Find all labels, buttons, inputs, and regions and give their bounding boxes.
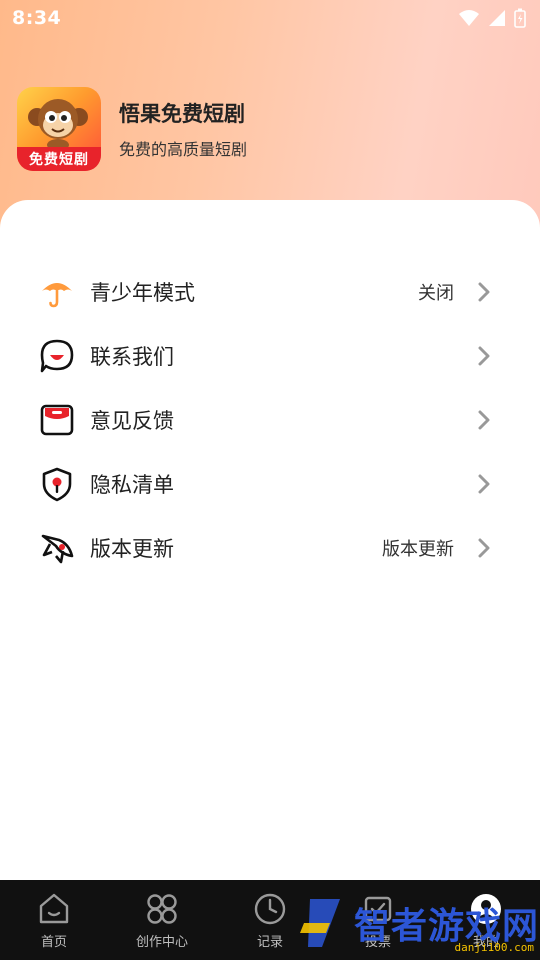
menu-item-contact-us[interactable]: 联系我们 xyxy=(0,324,540,388)
chevron-right-icon xyxy=(478,346,490,366)
rocket-icon xyxy=(38,529,76,567)
app-info: 免费短剧 悟果免费短剧 免费的高质量短剧 xyxy=(17,87,247,171)
status-icons xyxy=(458,8,526,28)
menu-label: 隐私清单 xyxy=(90,473,174,497)
grid-icon xyxy=(144,891,180,927)
app-text: 悟果免费短剧 免费的高质量短剧 xyxy=(119,98,247,160)
menu-label: 版本更新 xyxy=(90,537,174,561)
menu-item-privacy-list[interactable]: 隐私清单 xyxy=(0,452,540,516)
chat-bubble-icon xyxy=(38,337,76,375)
wifi-icon xyxy=(459,10,479,26)
privacy-shield-icon xyxy=(38,465,76,503)
chevron-right-icon xyxy=(478,410,490,430)
watermark-logo-icon xyxy=(300,899,340,947)
clock-icon xyxy=(252,891,288,927)
home-icon xyxy=(36,891,72,927)
feedback-box-icon xyxy=(38,401,76,439)
menu-label: 联系我们 xyxy=(90,345,174,369)
menu-value: 关闭 xyxy=(418,283,454,304)
chevron-right-icon xyxy=(478,538,490,558)
app-name: 悟果免费短剧 xyxy=(119,102,245,126)
menu-label: 意见反馈 xyxy=(90,409,174,433)
nav-label: 首页 xyxy=(40,934,67,950)
menu-item-version-update[interactable]: 版本更新 版本更新 xyxy=(0,516,540,580)
menu-label: 青少年模式 xyxy=(90,281,195,305)
battery-icon xyxy=(514,8,526,28)
nav-label: 创作中心 xyxy=(135,934,188,950)
chevron-right-icon xyxy=(478,474,490,494)
app-subtitle: 免费的高质量短剧 xyxy=(119,140,248,159)
menu-item-feedback[interactable]: 意见反馈 xyxy=(0,388,540,452)
nav-item-creator-center[interactable]: 创作中心 xyxy=(112,891,212,950)
status-time: 8:34 xyxy=(12,7,62,29)
menu-value: 版本更新 xyxy=(382,539,454,560)
nav-label: 记录 xyxy=(256,934,283,950)
nav-item-home[interactable]: 首页 xyxy=(4,891,104,950)
umbrella-icon xyxy=(38,273,76,311)
app-logo: 免费短剧 xyxy=(17,87,101,171)
signal-icon xyxy=(489,10,505,26)
watermark: 智者游戏网 danji100.com xyxy=(300,888,540,958)
chevron-right-icon xyxy=(478,282,490,302)
settings-menu: 青少年模式 关闭 联系我们 意见反馈 隐私清单 版本更新 版本更新 xyxy=(0,260,540,580)
watermark-url: danji100.com xyxy=(454,941,534,954)
menu-item-youth-mode[interactable]: 青少年模式 关闭 xyxy=(0,260,540,324)
logo-band: 免费短剧 xyxy=(17,147,101,171)
status-bar: 8:34 xyxy=(0,0,540,36)
